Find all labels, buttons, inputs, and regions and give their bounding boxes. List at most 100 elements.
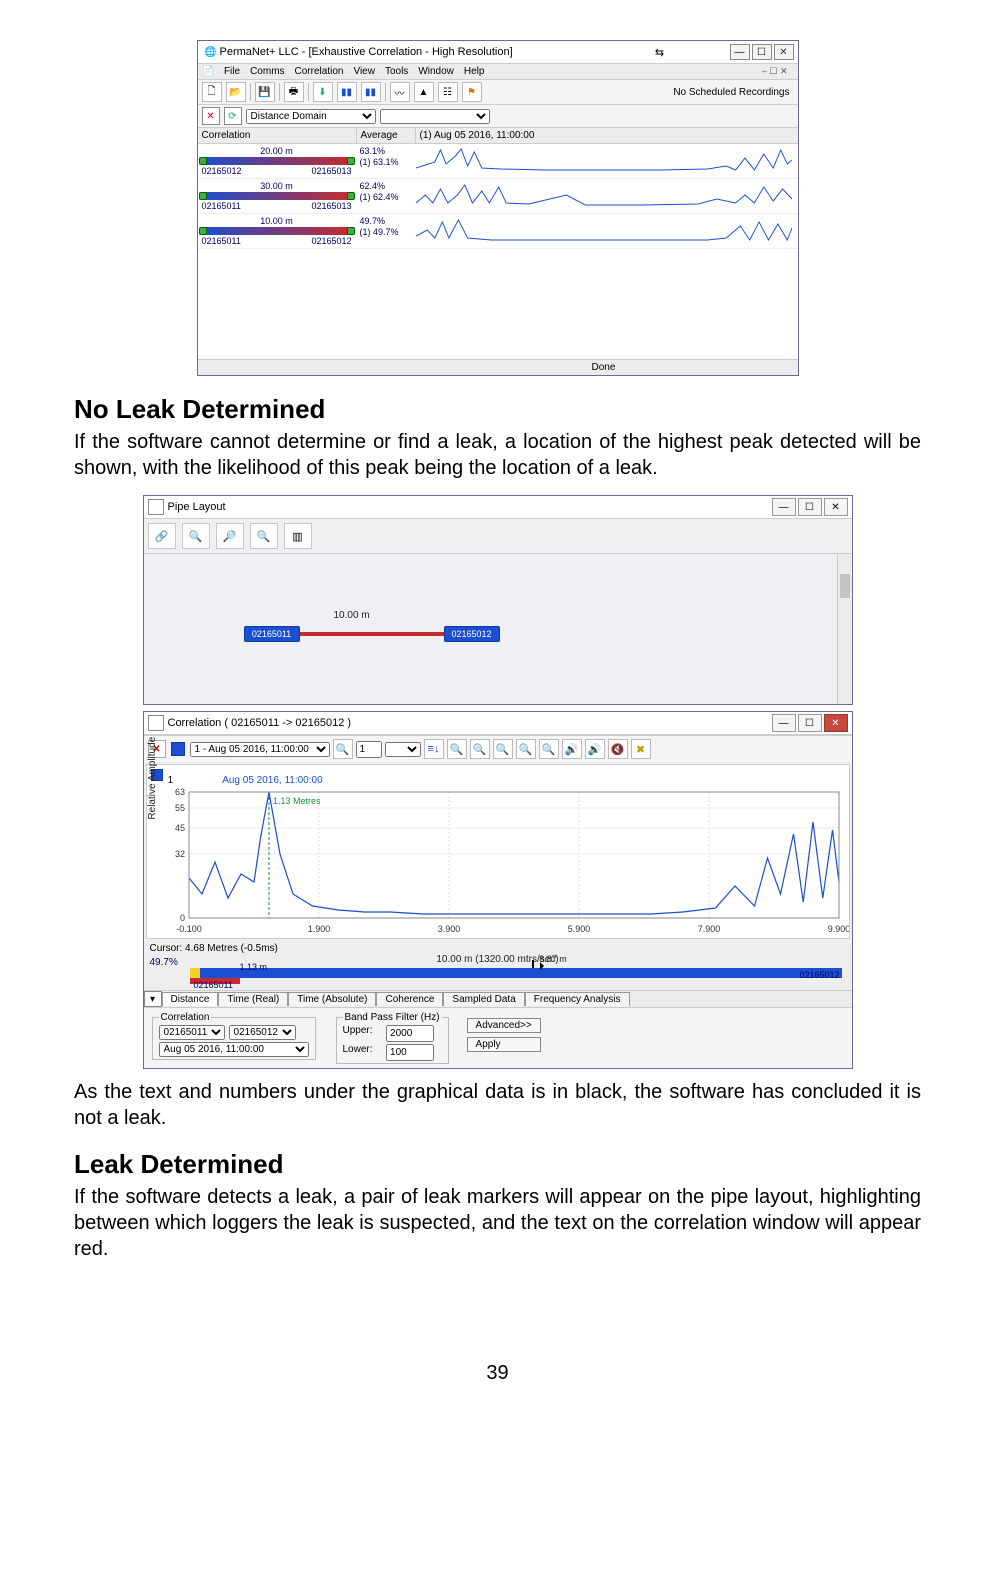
open-icon[interactable]: 📂 (226, 82, 246, 102)
wave-icon[interactable]: 〰 (390, 82, 410, 102)
menu-comms[interactable]: Comms (250, 66, 284, 77)
search-icon[interactable]: 🔍 (333, 739, 353, 759)
menu-view[interactable]: View (353, 66, 375, 77)
correlation-detail-window: Correlation ( 02165011 -> 02165012 ) — ☐… (143, 711, 853, 1069)
markers-icon[interactable]: ≡↓ (424, 739, 444, 759)
svg-text:7.900: 7.900 (697, 924, 720, 934)
correlation-group-label: Correlation (159, 1012, 212, 1023)
clear-icon[interactable]: ✖ (631, 739, 651, 759)
sound-b-icon[interactable]: 🔊 (585, 739, 605, 759)
domain-value-select[interactable] (380, 109, 490, 124)
zoom-e-icon[interactable]: 🔍 (539, 739, 559, 759)
correlation-row[interactable]: 30.00 m 02165011 02165013 62.4% (1) 62.4… (198, 179, 798, 214)
titlebar[interactable]: Correlation ( 02165011 -> 02165012 ) — ☐… (144, 712, 852, 735)
close-button[interactable]: ✕ (774, 44, 794, 60)
domain-select[interactable]: Distance Domain (246, 109, 376, 124)
row-logger-b: 02165013 (311, 166, 351, 176)
print-icon[interactable]: 🖶 (284, 82, 304, 102)
tab-menu-button[interactable]: ▾ (144, 991, 162, 1007)
mdi-controls[interactable]: – ☐ ✕ (762, 66, 794, 77)
apply-button[interactable]: Apply (467, 1037, 541, 1052)
correlation-list: 20.00 m 02165012 02165013 63.1% (1) 63.1… (198, 143, 798, 359)
tab-coherence[interactable]: Coherence (376, 992, 443, 1006)
menu-window[interactable]: Window (418, 66, 454, 77)
row-sparkline (414, 144, 798, 178)
zoom-a-icon[interactable]: 🔍 (447, 739, 467, 759)
tab-distance[interactable]: Distance (162, 992, 219, 1006)
layout-icon[interactable]: ▥ (284, 523, 312, 549)
tab-time-real[interactable]: Time (Real) (218, 992, 288, 1006)
series-sub-select[interactable] (385, 742, 421, 757)
tab-frequency[interactable]: Frequency Analysis (525, 992, 630, 1006)
flag-icon[interactable]: ⚑ (462, 82, 482, 102)
minimize-button[interactable]: — (772, 714, 796, 732)
minimize-button[interactable]: — (772, 498, 796, 516)
magnifier-icon[interactable]: 🔍 (250, 523, 278, 549)
sound-mute-icon[interactable]: 🔇 (608, 739, 628, 759)
menu-file[interactable]: File (224, 66, 240, 77)
svg-text:0: 0 (179, 913, 184, 923)
zoom-icon[interactable]: 🔍 (182, 523, 210, 549)
restore-button[interactable]: ☐ (798, 714, 822, 732)
filter-up-icon[interactable]: ▲ (414, 82, 434, 102)
svg-text:5.900: 5.900 (567, 924, 590, 934)
corr-logger-a-select[interactable]: 02165011 (159, 1025, 225, 1040)
correlation-row[interactable]: 10.00 m 02165011 02165012 49.7% (1) 49.7… (198, 214, 798, 249)
advanced-button[interactable]: Advanced>> (467, 1018, 541, 1033)
menu-tools[interactable]: Tools (385, 66, 408, 77)
minimize-button[interactable]: — (730, 44, 750, 60)
series-color-swatch (171, 742, 185, 756)
menubar: 📄 File Comms Correlation View Tools Wind… (198, 63, 798, 79)
svg-text:1.13 Metres: 1.13 Metres (272, 796, 320, 806)
window-icon (148, 499, 164, 515)
svg-text:63: 63 (174, 787, 184, 797)
zoom-b-icon[interactable]: 🔍 (470, 739, 490, 759)
corr-logger-b-select[interactable]: 02165012 (229, 1025, 296, 1040)
series-index-field[interactable] (356, 741, 382, 758)
pipe-length-label: 10.00 m (334, 610, 370, 621)
lower-field[interactable] (386, 1044, 434, 1061)
chart-icon[interactable]: ☷ (438, 82, 458, 102)
para-no-leak-intro: If the software cannot determine or find… (74, 429, 921, 481)
menu-correlation[interactable]: Correlation (295, 66, 344, 77)
download-icon[interactable]: ⬇ (313, 82, 333, 102)
close-button[interactable]: ✕ (824, 498, 848, 516)
row-sparkline (414, 179, 798, 213)
maximize-button[interactable]: ☐ (752, 44, 772, 60)
ruler-pct: 49.7% (150, 957, 178, 968)
corr-date-select[interactable]: Aug 05 2016, 11:00:00 (159, 1042, 309, 1057)
sound-a-icon[interactable]: 🔊 (562, 739, 582, 759)
row-avg-sub: (1) 63.1% (360, 157, 410, 168)
row-logger-a: 02165011 (202, 236, 241, 246)
tab-sampled-data[interactable]: Sampled Data (443, 992, 524, 1006)
titlebar[interactable]: Pipe Layout — ☐ ✕ (144, 496, 852, 519)
titlebar[interactable]: 🌐 PermaNet+ LLC - [Exhaustive Correlatio… (198, 41, 798, 63)
lower-label: Lower: (343, 1044, 381, 1061)
series-select[interactable]: 1 - Aug 05 2016, 11:00:00 (190, 742, 330, 757)
zoom-fit-icon[interactable]: 🔎 (216, 523, 244, 549)
logger-node-a[interactable]: 02165011 (244, 626, 300, 642)
zoom-d-icon[interactable]: 🔍 (516, 739, 536, 759)
tab-time-absolute[interactable]: Time (Absolute) (288, 992, 376, 1006)
correlation-chart[interactable]: 1 Aug 05 2016, 11:00:00 Relative Amplitu… (146, 764, 850, 939)
pipe-canvas[interactable]: 10.00 m 02165011 02165012 (144, 553, 852, 704)
zoom-c-icon[interactable]: 🔍 (493, 739, 513, 759)
link-icon[interactable]: 🔗 (148, 523, 176, 549)
menu-help[interactable]: Help (464, 66, 485, 77)
close-button[interactable]: ✕ (824, 714, 848, 732)
para-no-leak-conc: As the text and numbers under the graphi… (74, 1079, 921, 1131)
new-icon[interactable]: 🗋 (202, 82, 222, 102)
logger-a-icon[interactable]: ▮▮ (337, 82, 357, 102)
scrollbar[interactable] (837, 554, 852, 704)
correlation-row[interactable]: 20.00 m 02165012 02165013 63.1% (1) 63.1… (198, 144, 798, 179)
row-logger-a: 02165011 (202, 201, 241, 211)
row-avg-sub: (1) 62.4% (360, 192, 410, 203)
maximize-button[interactable]: ☐ (798, 498, 822, 516)
save-icon[interactable]: 💾 (255, 82, 275, 102)
delete-button[interactable]: ✕ (202, 107, 220, 125)
upper-field[interactable] (386, 1025, 434, 1042)
logger-node-b[interactable]: 02165012 (444, 626, 500, 642)
logger-b-icon[interactable]: ▮▮ (361, 82, 381, 102)
refresh-button[interactable]: ⟳ (224, 107, 242, 125)
col-date: (1) Aug 05 2016, 11:00:00 (416, 128, 798, 143)
